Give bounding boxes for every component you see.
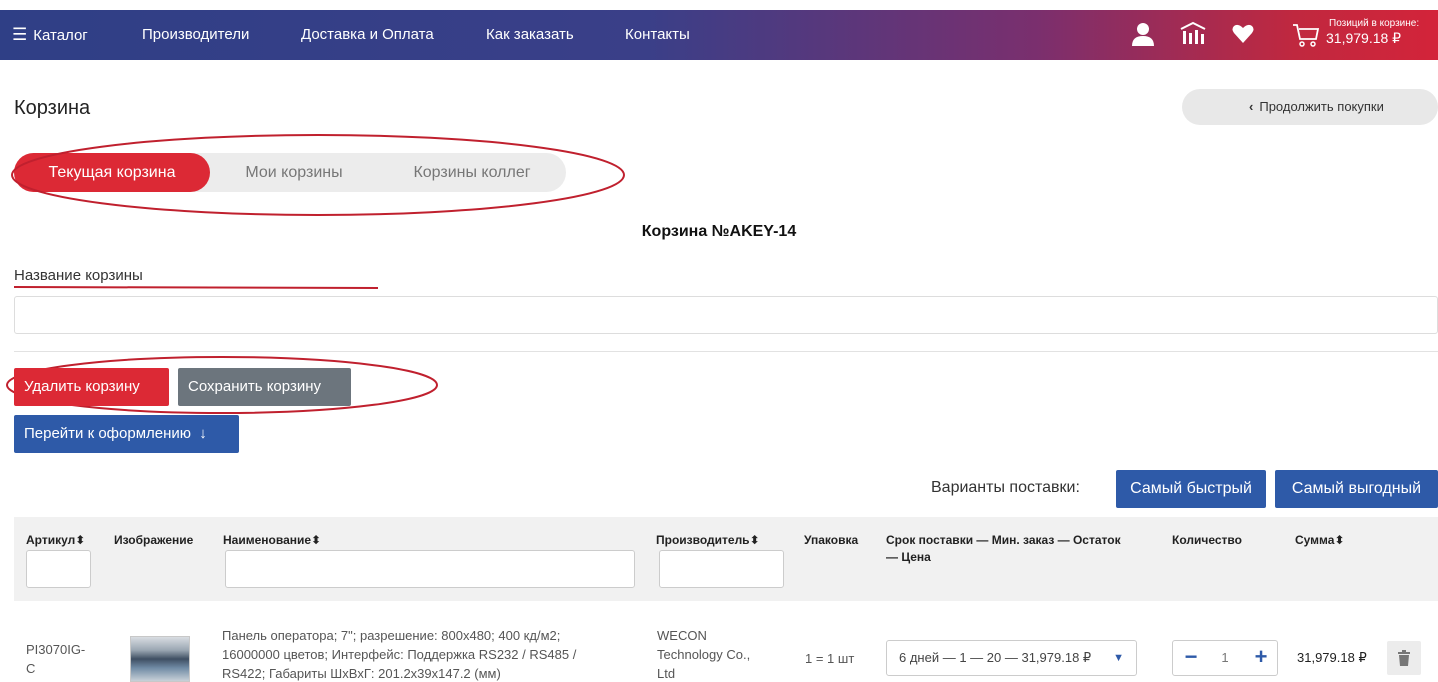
save-basket-button[interactable]: Сохранить корзину xyxy=(178,368,351,406)
name-filter-input[interactable] xyxy=(225,550,635,588)
increment-button[interactable]: + xyxy=(1247,641,1275,675)
header-name[interactable]: Наименование⬍ xyxy=(223,533,321,547)
header-manufacturer-label: Производитель xyxy=(656,533,750,547)
sort-icon: ⬍ xyxy=(749,533,760,547)
row-description-line3: RS422; Габариты ШxВxГ: 201.2x39x147.2 (м… xyxy=(222,666,501,681)
continue-shopping-button[interactable]: ‹ Продолжить покупки xyxy=(1182,89,1438,125)
row-article[interactable]: PI3070IG- C xyxy=(26,640,85,678)
header-name-label: Наименование xyxy=(223,533,312,547)
row-manufacturer-line3: Ltd xyxy=(657,666,676,681)
header-package: Упаковка xyxy=(804,533,859,547)
delivery-options-label: Варианты поставки: xyxy=(931,479,1080,496)
cart-total: 31,979.18 ₽ xyxy=(1326,30,1402,46)
header-article[interactable]: Артикул⬍ xyxy=(26,533,85,547)
delivery-option-value: 6 дней — 1 — 20 — 31,979.18 ₽ xyxy=(899,650,1092,665)
top-navbar: ☰ Каталог Производители Доставка и Оплата… xyxy=(0,10,1438,60)
product-image[interactable] xyxy=(130,636,190,682)
row-article-line2: C xyxy=(26,661,36,676)
arrow-down-icon: ↓ xyxy=(199,425,207,442)
caret-down-icon: ▼ xyxy=(1113,652,1124,664)
checkout-label: Перейти к оформлению xyxy=(24,425,192,442)
nav-how-to-order[interactable]: Как заказать xyxy=(486,10,574,60)
header-terms-line1: Срок поставки — Мин. заказ — Остаток xyxy=(886,533,1121,547)
header-sum[interactable]: Сумма⬍ xyxy=(1295,533,1345,547)
row-description[interactable]: Панель оператора; 7"; разрешение: 800x48… xyxy=(222,626,576,682)
row-description-line2: 16000000 цветов; Интерфейс: Поддержка RS… xyxy=(222,647,577,662)
row-manufacturer-line2: Technology Co., xyxy=(657,647,751,662)
user-icon[interactable] xyxy=(1131,21,1155,52)
cheapest-delivery-button[interactable]: Самый выгодный xyxy=(1275,470,1438,508)
header-article-label: Артикул xyxy=(26,533,76,547)
tab-current-basket[interactable]: Текущая корзина xyxy=(14,153,210,192)
tab-my-baskets[interactable]: Мои корзины xyxy=(210,153,378,192)
row-manufacturer-line1: WECON xyxy=(657,628,707,643)
header-manufacturer[interactable]: Производитель⬍ xyxy=(656,533,760,547)
divider xyxy=(14,351,1438,352)
row-article-line1: PI3070IG- xyxy=(26,642,86,657)
delivery-option-select[interactable]: 6 дней — 1 — 20 — 31,979.18 ₽ ▼ xyxy=(886,640,1137,676)
header-terms-line2: — Цена xyxy=(886,550,931,564)
continue-shopping-label: Продолжить покупки xyxy=(1259,99,1384,114)
heart-icon[interactable] xyxy=(1231,21,1255,50)
article-filter-input[interactable] xyxy=(26,550,91,588)
row-manufacturer: WECON Technology Co., Ltd xyxy=(657,626,750,682)
header-quantity: Количество xyxy=(1172,533,1242,547)
row-description-line1: Панель оператора; 7"; разрешение: 800x48… xyxy=(222,628,561,643)
sort-icon: ⬍ xyxy=(311,533,322,547)
chevron-left-icon: ‹ xyxy=(1249,99,1254,114)
header-image: Изображение xyxy=(114,533,194,547)
nav-contacts[interactable]: Контакты xyxy=(625,10,690,60)
tab-colleague-baskets[interactable]: Корзины коллег xyxy=(378,153,566,192)
hamburger-icon: ☰ xyxy=(12,25,28,44)
table-header: Артикул⬍ Изображение Наименование⬍ Произ… xyxy=(14,517,1438,601)
sort-icon: ⬍ xyxy=(1334,533,1345,547)
annotation-underline xyxy=(13,286,379,289)
basket-name-input[interactable] xyxy=(14,296,1438,334)
trash-icon xyxy=(1398,650,1410,666)
cart-summary[interactable]: Позиций в корзине: 31,979.18 ₽ xyxy=(1284,10,1438,60)
nav-manufacturers[interactable]: Производители xyxy=(142,10,249,60)
basket-number: Корзина №AKEY-14 xyxy=(641,223,797,240)
row-sum: 31,979.18 ₽ xyxy=(1297,650,1367,665)
basket-tabs: Текущая корзина Мои корзины Корзины колл… xyxy=(14,153,566,192)
fastest-delivery-button[interactable]: Самый быстрый xyxy=(1116,470,1266,508)
row-package: 1 = 1 шт xyxy=(805,651,855,666)
quantity-stepper[interactable]: − 1 + xyxy=(1172,640,1278,676)
cart-count-label: Позиций в корзине: xyxy=(1329,18,1420,29)
basket-name-label: Название корзины xyxy=(14,267,143,284)
manufacturer-filter-input[interactable] xyxy=(659,550,784,588)
header-sum-label: Сумма xyxy=(1295,533,1335,547)
page-title: Корзина xyxy=(14,97,91,119)
decrement-button[interactable]: − xyxy=(1177,641,1205,675)
cart-icon xyxy=(1292,22,1320,53)
sort-icon: ⬍ xyxy=(75,533,86,547)
delete-row-button[interactable] xyxy=(1387,641,1421,675)
delete-basket-button[interactable]: Удалить корзину xyxy=(14,368,169,406)
nav-catalog-label: Каталог xyxy=(33,27,88,44)
nav-delivery[interactable]: Доставка и Оплата xyxy=(301,10,434,60)
checkout-button[interactable]: Перейти к оформлению ↓ xyxy=(14,415,239,453)
quantity-value[interactable]: 1 xyxy=(1209,641,1241,675)
nav-catalog[interactable]: ☰ Каталог xyxy=(12,10,88,60)
header-delivery-terms: Срок поставки — Мин. заказ — Остаток — Ц… xyxy=(886,532,1121,566)
compare-icon[interactable] xyxy=(1179,21,1207,52)
